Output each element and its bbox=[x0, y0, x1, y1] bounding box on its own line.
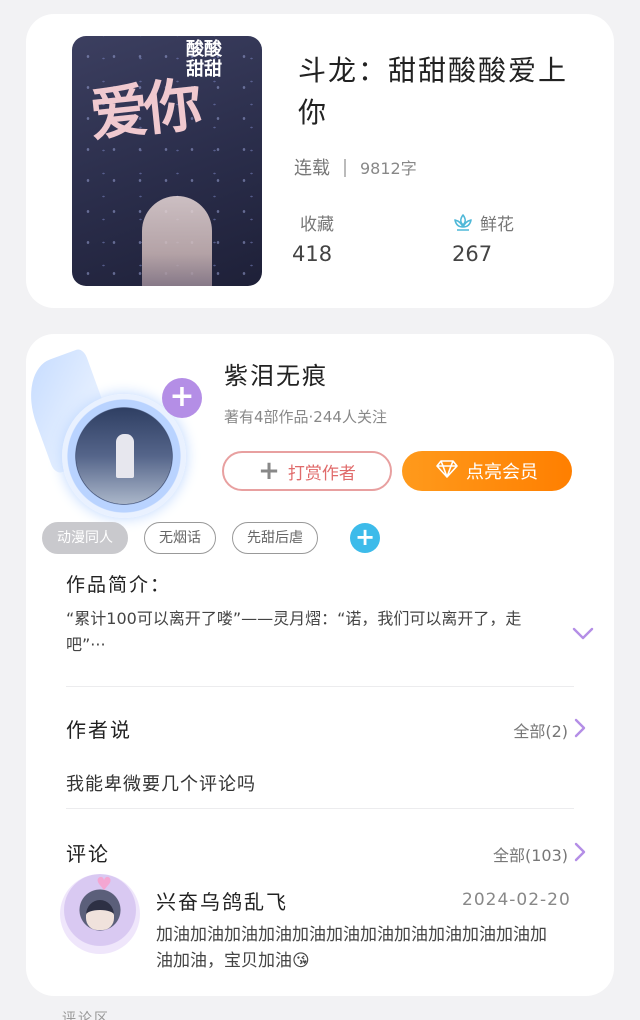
author-says-text: 我能卑微要几个评论吗 bbox=[66, 774, 256, 795]
diamond-icon bbox=[436, 459, 458, 483]
flowers-label: 鲜花 bbox=[480, 215, 514, 235]
book-word-count: 9812字 bbox=[360, 159, 417, 178]
tag-item[interactable]: 无烟话 bbox=[144, 522, 216, 554]
comments-heading: 评论 bbox=[66, 842, 110, 866]
flowers-stat[interactable]: 鲜花 bbox=[452, 210, 514, 239]
book-info-card: 酸酸 甜甜 爱你 斗龙：甜甜酸酸爱上你 连载 9812字 收藏 418 鲜花 26… bbox=[26, 14, 614, 308]
heart-icon: ♥ bbox=[96, 874, 113, 895]
comments-more-label: 全部(103) bbox=[492, 846, 568, 865]
chevron-right-icon bbox=[574, 842, 586, 866]
comment-date: 2024-02-20 bbox=[462, 890, 571, 910]
comments-more-link[interactable]: 全部(103) bbox=[493, 842, 586, 866]
divider bbox=[66, 808, 574, 809]
cover-illustration bbox=[142, 196, 212, 286]
chevron-right-icon bbox=[574, 718, 586, 742]
vip-label: 点亮会员 bbox=[466, 462, 538, 483]
tag-item[interactable]: 动漫同人 bbox=[42, 522, 128, 554]
book-title: 斗龙：甜甜酸酸爱上你 bbox=[298, 54, 569, 129]
divider bbox=[66, 686, 574, 687]
intro-heading: 作品简介： bbox=[66, 574, 172, 596]
tag-item[interactable]: 先甜后虐 bbox=[232, 522, 318, 554]
author-subtitle: 著有4部作品·244人关注 bbox=[224, 408, 387, 426]
next-section-peek: 评论区 bbox=[62, 1011, 110, 1020]
tag-list: 动漫同人 无烟话 先甜后虐 + bbox=[42, 522, 380, 554]
plus-icon: + bbox=[258, 456, 280, 486]
commenter-name[interactable]: 兴奋乌鸽乱飞 bbox=[156, 886, 288, 915]
flowers-value: 267 bbox=[452, 242, 493, 266]
author-says-heading: 作者说 bbox=[66, 718, 132, 742]
meta-divider bbox=[344, 159, 346, 177]
book-cover-image[interactable]: 酸酸 甜甜 爱你 bbox=[72, 36, 262, 286]
cover-title-text: 爱你 bbox=[86, 70, 202, 150]
chevron-down-icon[interactable] bbox=[572, 626, 594, 645]
intro-text: “累计100可以离开了喽”——灵月熠：“诺，我们可以离开了，走吧”··· bbox=[66, 609, 522, 654]
book-status: 连载 bbox=[294, 158, 330, 179]
favorites-label: 收藏 bbox=[300, 215, 334, 235]
author-says-more-link[interactable]: 全部(2) bbox=[513, 718, 586, 742]
flower-icon bbox=[452, 212, 474, 239]
follow-author-plus-icon[interactable]: + bbox=[162, 378, 202, 418]
favorites-value: 418 bbox=[292, 242, 333, 266]
commenter-avatar[interactable]: ♥ bbox=[60, 874, 140, 954]
comment-text: 加油加油加油加油加油加油加油加油加油加油加油加油加油，宝贝加油😘 bbox=[156, 925, 547, 971]
tip-author-button[interactable]: + 打赏作者 bbox=[222, 451, 392, 491]
add-tag-plus-icon[interactable]: + bbox=[350, 523, 380, 553]
author-says-more-label: 全部(2) bbox=[513, 722, 568, 741]
author-card: + 紫泪无痕 著有4部作品·244人关注 + 打赏作者 点亮会员 动漫同人 无烟… bbox=[17, 334, 614, 996]
activate-vip-button[interactable]: 点亮会员 bbox=[402, 451, 572, 491]
tip-author-label: 打赏作者 bbox=[287, 463, 356, 484]
author-name[interactable]: 紫泪无痕 bbox=[224, 356, 328, 391]
book-meta: 连载 9812字 bbox=[294, 154, 417, 180]
